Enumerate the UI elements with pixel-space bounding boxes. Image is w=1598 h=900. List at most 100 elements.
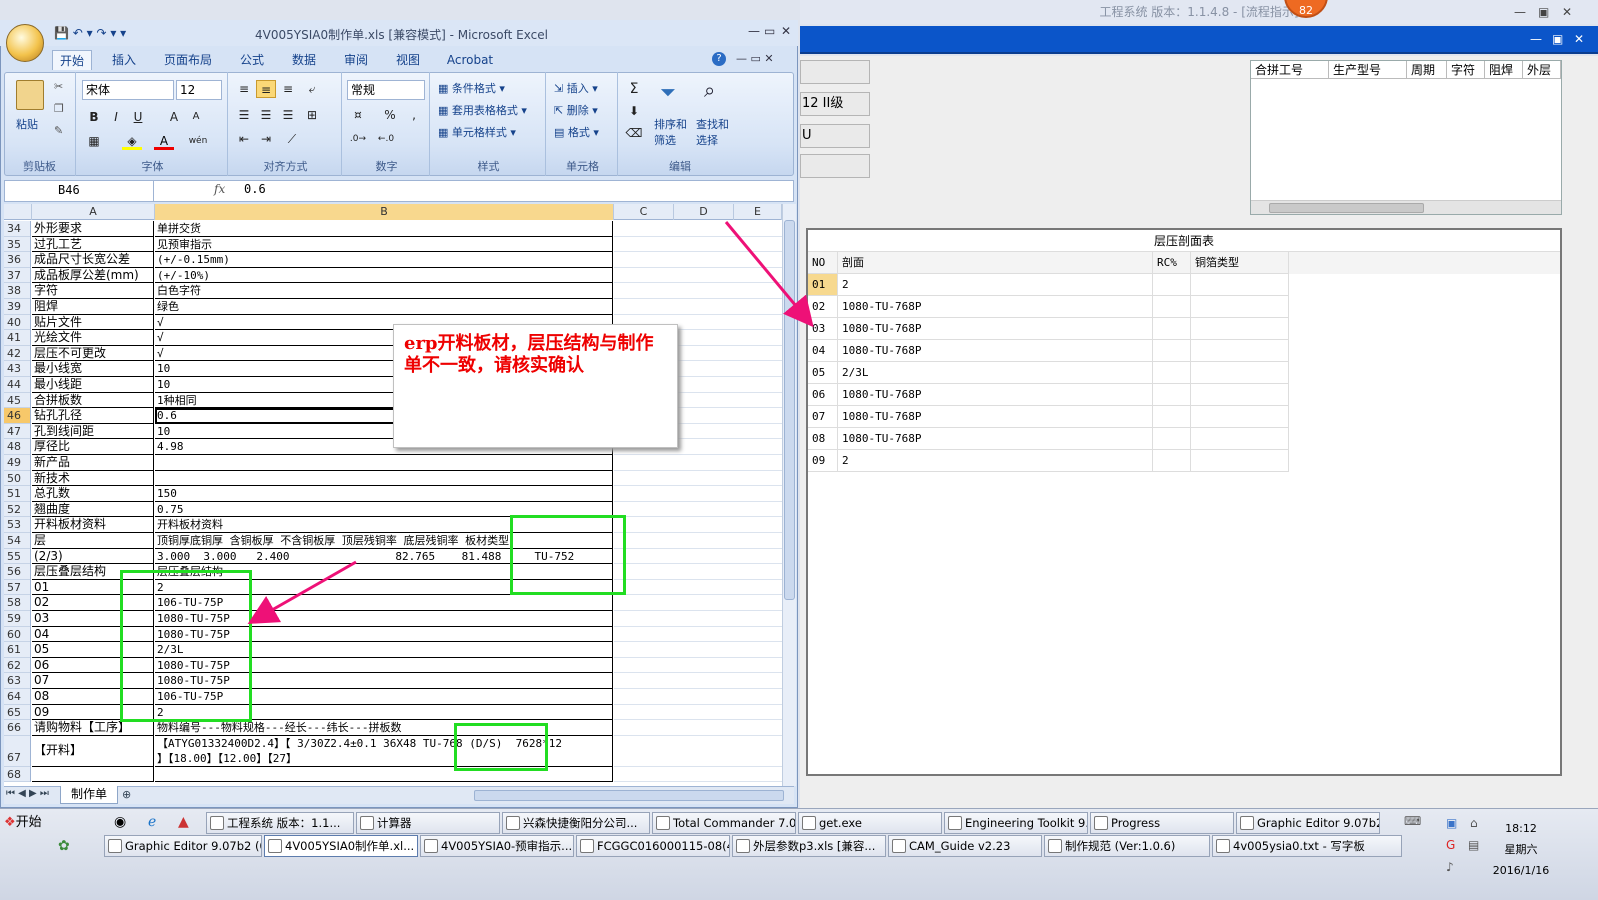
tray-antivirus-icon[interactable]: G (1446, 838, 1455, 852)
vertical-scrollbar[interactable] (782, 204, 796, 786)
tab-page-layout[interactable]: 页面布局 (156, 50, 220, 70)
tab-insert[interactable]: 插入 (104, 50, 144, 70)
col-rc[interactable]: RC% (1153, 252, 1191, 274)
font-name-select[interactable]: 宋体 (82, 80, 174, 100)
cell-a[interactable]: (2/3) (32, 548, 154, 565)
align-center-icon[interactable]: ☰ (256, 106, 276, 124)
row-number[interactable]: 67 (4, 735, 31, 767)
cell-a[interactable]: 厚径比 (32, 439, 154, 455)
col-no[interactable]: NO (808, 252, 838, 274)
stackup-no-cell[interactable]: 06 (808, 384, 838, 406)
row-number[interactable]: 55 (4, 548, 31, 565)
stackup-rc-cell[interactable] (1153, 318, 1191, 340)
volume-icon[interactable]: ♪ (1446, 860, 1454, 874)
stackup-no-cell[interactable]: 03 (808, 318, 838, 340)
taskbar-button[interactable]: Graphic Editor 9.07b2 (0... (104, 835, 262, 857)
increase-indent-icon[interactable]: ⇥ (256, 130, 276, 148)
browser-icon[interactable]: ▲ (178, 814, 189, 830)
cell-empty[interactable] (614, 642, 782, 658)
conditional-format-button[interactable]: ▦ 条件格式 ▾ (438, 80, 505, 96)
stackup-rc-cell[interactable] (1153, 362, 1191, 384)
cell-empty[interactable] (614, 689, 782, 705)
tab-review[interactable]: 审阅 (336, 50, 376, 70)
cell-a[interactable]: 孔到线间距 (32, 423, 154, 440)
cell-empty[interactable] (614, 502, 782, 518)
align-left-icon[interactable]: ☰ (234, 106, 254, 124)
stackup-rc-cell[interactable] (1153, 450, 1191, 472)
left-button-1[interactable] (800, 60, 870, 84)
excel-close-icon[interactable]: ✕ (781, 24, 791, 38)
stackup-foil-cell[interactable] (1191, 428, 1289, 450)
cell-empty[interactable] (614, 283, 782, 299)
scroll-thumb[interactable] (1269, 203, 1424, 213)
sort-filter-button[interactable]: 排序和筛选 (654, 116, 692, 148)
insert-cells-button[interactable]: ⇲ 插入 ▾ (554, 80, 598, 96)
stackup-row[interactable]: 04 1080-TU-768P (808, 340, 1560, 362)
percent-icon[interactable]: % (380, 106, 400, 124)
orientation-icon[interactable]: ⟋ (282, 130, 302, 148)
row-number[interactable]: 36 (4, 252, 31, 268)
border-icon[interactable]: ▦ (84, 132, 104, 150)
stackup-no-cell[interactable]: 01 (808, 274, 838, 296)
row-number[interactable]: 39 (4, 299, 31, 315)
find-icon[interactable]: ⌕ (704, 78, 715, 102)
cell-a[interactable]: 阻焊 (32, 299, 154, 315)
copy-icon[interactable]: ❐ (54, 102, 64, 115)
taskbar-button[interactable]: 外层参数p3.xls [兼容... (732, 835, 886, 857)
row-number[interactable]: 42 (4, 345, 31, 362)
left-button-4[interactable] (800, 154, 870, 178)
format-painter-icon[interactable]: ✎ (54, 124, 63, 137)
left-button-3[interactable]: U (800, 124, 870, 148)
stackup-rc-cell[interactable] (1153, 296, 1191, 318)
cell-a[interactable]: 请购物料【工序】 (32, 720, 154, 736)
stackup-rc-cell[interactable] (1153, 274, 1191, 296)
merge-info-table[interactable]: 合拼工号 生产型号 周期 字符 阻焊 外层 (1250, 60, 1562, 215)
taskbar-button[interactable]: 计算器 (356, 812, 500, 834)
help-icon[interactable]: ? (712, 52, 726, 66)
column-header-e[interactable]: E (734, 204, 782, 220)
row-number[interactable]: 66 (4, 720, 31, 736)
taskbar-button[interactable]: Progress (1090, 812, 1234, 834)
stackup-no-cell[interactable]: 02 (808, 296, 838, 318)
stackup-foil-cell[interactable] (1191, 274, 1289, 296)
cell-empty[interactable] (614, 736, 782, 767)
row-number[interactable]: 50 (4, 470, 31, 487)
align-top-icon[interactable]: ≡ (234, 80, 254, 98)
cell-empty[interactable] (614, 720, 782, 736)
align-bottom-icon[interactable]: ≡ (278, 80, 298, 98)
font-size-select[interactable]: 12 (176, 80, 222, 100)
cell-b[interactable]: 单拼交货 (155, 221, 613, 237)
stackup-row[interactable]: 06 1080-TU-768P (808, 384, 1560, 406)
minimize-icon[interactable]: — (1514, 0, 1526, 24)
comma-icon[interactable]: , (404, 106, 424, 124)
stackup-rc-cell[interactable] (1153, 406, 1191, 428)
format-as-table-button[interactable]: ▦ 套用表格格式 ▾ (438, 102, 527, 118)
col-model[interactable]: 生产型号 (1329, 61, 1407, 78)
stackup-foil-cell[interactable] (1191, 450, 1289, 472)
row-number[interactable]: 35 (4, 236, 31, 253)
taskbar-button[interactable]: 工程系统 版本：1.1... (206, 812, 354, 834)
cell-empty[interactable] (614, 549, 782, 565)
cell-empty[interactable] (614, 611, 782, 627)
sheet-tab[interactable]: 制作单 (60, 786, 118, 804)
cell-empty[interactable] (614, 486, 782, 502)
font-color-icon[interactable]: A (154, 132, 174, 150)
row-number[interactable]: 37 (4, 267, 31, 284)
stackup-profile-cell[interactable]: 1080-TU-768P (838, 340, 1153, 362)
row-number[interactable]: 61 (4, 642, 31, 658)
number-format-select[interactable]: 常规 (347, 80, 425, 100)
stackup-foil-cell[interactable] (1191, 340, 1289, 362)
taskbar-button[interactable]: 4v005ysia0.txt - 写字板 (1212, 835, 1402, 857)
taskbar-button[interactable]: 制作规范 (Ver:1.0.6) (1044, 835, 1210, 857)
taskbar-button[interactable]: get.exe (798, 812, 942, 834)
fill-icon[interactable]: ⬇ (624, 102, 644, 120)
row-number[interactable]: 63 (4, 673, 31, 689)
shrink-font-icon[interactable]: A (186, 108, 206, 126)
row-number[interactable]: 44 (4, 377, 31, 393)
row-number[interactable]: 53 (4, 517, 31, 533)
stackup-profile-cell[interactable]: 1080-TU-768P (838, 428, 1153, 450)
vertical-scroll-thumb[interactable] (784, 220, 795, 600)
row-number[interactable]: 49 (4, 455, 31, 471)
cell-empty[interactable] (614, 533, 782, 549)
cut-icon[interactable]: ✂ (54, 80, 63, 93)
